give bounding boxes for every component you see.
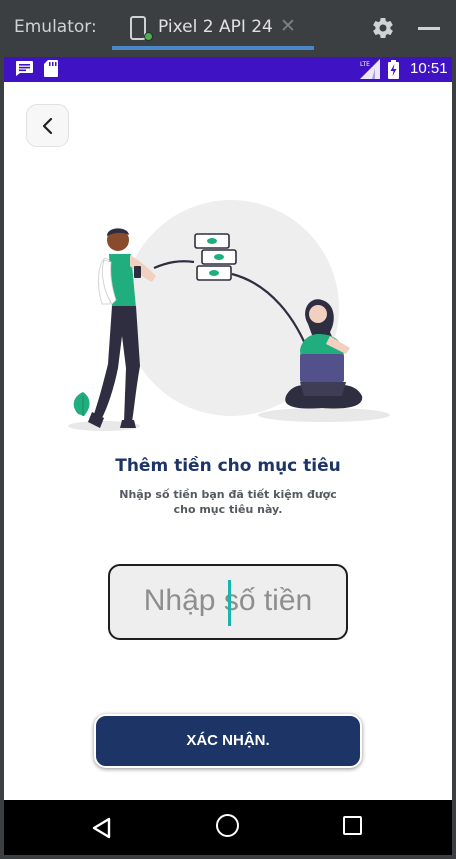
message-icon (16, 61, 33, 76)
status-bar: LTE 10:51 (4, 57, 452, 82)
active-tab-indicator (112, 46, 314, 50)
amount-input[interactable]: Nhập số tiền (108, 564, 348, 640)
emulator-title: Emulator: (14, 17, 97, 37)
device-tab[interactable]: Pixel 2 API 24 ✕ (112, 8, 314, 52)
confirm-button[interactable]: XÁC NHẬN. (94, 714, 362, 768)
sd-card-icon (44, 60, 58, 77)
navigation-bar (4, 800, 452, 855)
lte-signal-icon: LTE (360, 59, 380, 79)
emulator-toolbar: Emulator: Pixel 2 API 24 ✕ (0, 0, 456, 56)
add-money-screen: Thêm tiền cho mục tiêu Nhập số tiền bạn … (4, 82, 452, 800)
minimize-icon[interactable] (418, 27, 440, 30)
subtitle-line-1: Nhập số tiền bạn đã tiết kiệm được (119, 488, 337, 501)
running-indicator-icon (144, 32, 153, 41)
nav-recents-icon[interactable] (343, 816, 362, 835)
saving-money-illustration (68, 200, 390, 431)
page-subtitle: Nhập số tiền bạn đã tiết kiệm được cho m… (104, 487, 352, 517)
tab-close-icon[interactable]: ✕ (280, 15, 296, 37)
battery-charging-icon (388, 60, 399, 79)
page-title: Thêm tiền cho mục tiêu (115, 456, 341, 476)
emulator-window: Emulator: Pixel 2 API 24 ✕ LTE 10:51 Thê… (0, 0, 456, 859)
chevron-left-icon (42, 117, 53, 135)
device-tab-label: Pixel 2 API 24 (158, 17, 273, 37)
gear-icon[interactable] (371, 16, 395, 40)
subtitle-line-2: cho mục tiêu này. (173, 503, 283, 516)
text-cursor (228, 580, 231, 626)
back-button[interactable] (26, 104, 69, 147)
confirm-button-label: XÁC NHẬN. (186, 732, 270, 749)
nav-back-icon[interactable] (90, 816, 112, 840)
clock: 10:51 (410, 60, 448, 77)
lte-label: LTE (360, 61, 370, 68)
nav-home-icon[interactable] (216, 814, 239, 837)
